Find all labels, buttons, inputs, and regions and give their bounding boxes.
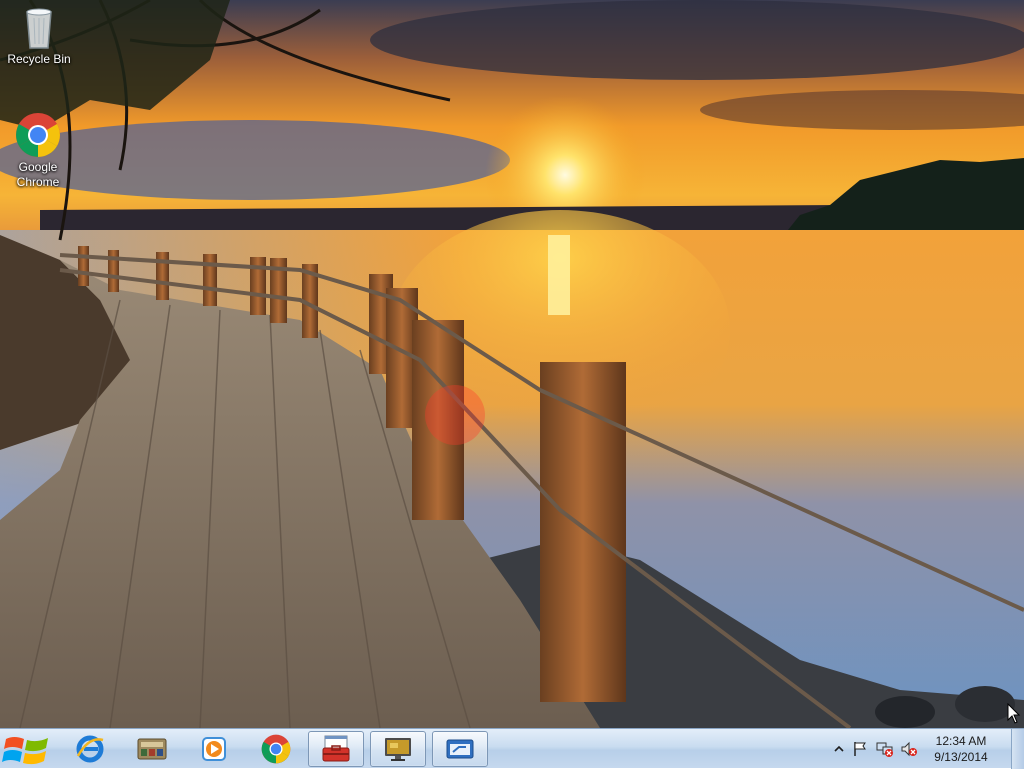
volume-muted-icon[interactable] xyxy=(900,741,918,757)
taskbar-display-window[interactable] xyxy=(370,731,426,767)
windows-logo-icon xyxy=(2,737,48,765)
show-desktop-button[interactable] xyxy=(1011,729,1024,769)
taskbar-internet-explorer[interactable] xyxy=(62,731,118,767)
taskbar-window-app[interactable] xyxy=(432,731,488,767)
recycle-bin-label: Recycle Bin xyxy=(7,52,71,66)
clock-date: 9/13/2014 xyxy=(934,750,988,764)
taskbar-toolbox-window[interactable] xyxy=(308,731,364,767)
chrome-desktop-icon[interactable]: Google Chrome xyxy=(0,112,76,190)
clock-time: 12:34 AM xyxy=(935,734,987,748)
window-icon xyxy=(446,739,474,759)
chrome-icon xyxy=(16,113,60,157)
internet-explorer-icon xyxy=(76,735,104,763)
chrome-label: Google Chrome xyxy=(16,160,60,189)
toolbox-icon xyxy=(322,735,350,762)
taskbar-control-panel[interactable] xyxy=(124,731,180,767)
mouse-cursor-icon xyxy=(1007,703,1021,724)
network-icon[interactable] xyxy=(876,741,894,757)
recycle-bin-desktop-icon[interactable]: Recycle Bin xyxy=(1,6,77,67)
recycle-bin-icon xyxy=(26,8,52,49)
monitor-icon xyxy=(385,738,411,761)
wallpaper xyxy=(0,0,1024,728)
chrome-icon xyxy=(261,734,291,764)
control-panel-icon xyxy=(137,738,167,760)
media-player-icon xyxy=(202,737,226,761)
desktop[interactable]: Recycle Bin Google Chrome xyxy=(0,0,1024,728)
action-center-flag-icon[interactable] xyxy=(852,741,868,757)
taskbar-chrome[interactable] xyxy=(248,731,304,767)
start-button[interactable] xyxy=(0,729,56,769)
clock[interactable]: 12:34 AM 9/13/2014 xyxy=(926,733,996,765)
show-hidden-icons-chevron[interactable] xyxy=(834,744,844,754)
taskbar-media-player[interactable] xyxy=(186,731,242,767)
system-tray: 12:34 AM 9/13/2014 xyxy=(826,729,1010,769)
taskbar: 12:34 AM 9/13/2014 xyxy=(0,728,1024,769)
